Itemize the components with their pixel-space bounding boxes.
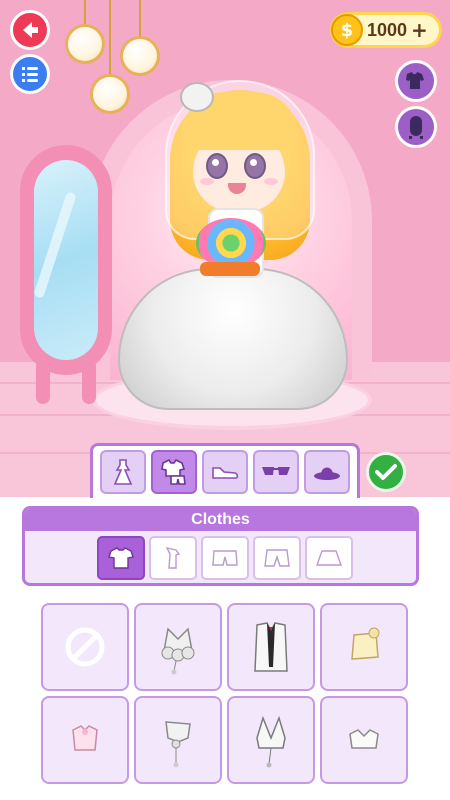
tab-glasses[interactable] (253, 450, 300, 494)
dressup-scene (0, 0, 450, 497)
mirror-leg (82, 360, 96, 404)
mirror-leg (36, 360, 50, 404)
subtab-pants[interactable] (253, 536, 301, 580)
lamp-bulb (120, 36, 160, 76)
cream-top-icon (351, 627, 380, 660)
item-cream-top[interactable] (320, 603, 408, 691)
category-tabs (90, 443, 360, 498)
top-icon (165, 546, 181, 569)
lace-bodice-icon (161, 627, 195, 675)
tab-dress[interactable] (99, 450, 146, 494)
tab-clothes[interactable] (150, 450, 197, 494)
subtab-shorts[interactable] (201, 536, 249, 580)
item-tuxedo-jacket[interactable] (227, 603, 315, 691)
subtab-top[interactable] (149, 536, 197, 580)
item-white-crop[interactable] (320, 696, 408, 784)
item-pink-top[interactable] (41, 696, 129, 784)
background-button[interactable] (395, 106, 437, 148)
wedding-skirt (118, 268, 348, 410)
shirt-icon (108, 547, 134, 569)
item-lace-bodice[interactable] (134, 603, 222, 691)
glasses-icon (262, 467, 291, 475)
outfit-icon (406, 72, 424, 89)
arrow-left-icon (23, 22, 38, 38)
shorts-icon (212, 550, 238, 566)
confirm-button[interactable] (366, 452, 406, 492)
item-halter-top[interactable] (134, 696, 222, 784)
no-icon (65, 627, 105, 667)
clothes-panel: Clothes (22, 506, 419, 586)
lamp-bulb (90, 74, 130, 114)
coin-balance[interactable]: $ 1000 + (330, 12, 442, 48)
coin-amount: 1000 (367, 19, 408, 40)
tab-shoes[interactable] (201, 450, 248, 494)
menu-button[interactable] (10, 54, 50, 94)
hat-icon (314, 467, 341, 480)
coin-icon: $ (331, 14, 363, 46)
dress-icon (113, 459, 132, 485)
item-grid (41, 603, 409, 798)
tuxedo-icon (254, 622, 288, 672)
pants-icon (264, 549, 290, 567)
bouquet (196, 218, 266, 268)
subcategory-tabs (25, 531, 416, 580)
white-halter-icon (256, 715, 286, 768)
white-crop-icon (349, 729, 379, 749)
list-icon (22, 67, 38, 82)
shoe-icon (212, 467, 239, 479)
bouquet-ribbon (200, 262, 260, 276)
lamp-cord (139, 0, 141, 38)
subtab-shirt[interactable] (97, 536, 145, 580)
subtab-skirt[interactable] (305, 536, 353, 580)
halter-top-icon (165, 721, 191, 768)
clothes-icon (160, 458, 186, 485)
add-coins-button[interactable]: + (411, 18, 428, 42)
back-button[interactable] (10, 10, 50, 50)
lamp-cord (109, 0, 111, 78)
pink-top-icon (72, 725, 98, 751)
lamp-bulb (65, 24, 105, 64)
item-white-halter[interactable] (227, 696, 315, 784)
tab-hat[interactable] (304, 450, 351, 494)
hair-rose (180, 82, 214, 112)
mirror-icon (409, 116, 423, 139)
check-icon (375, 464, 397, 480)
panel-title: Clothes (25, 509, 416, 531)
outfit-button[interactable] (395, 60, 437, 102)
item-none[interactable] (41, 603, 129, 691)
skirt-icon (316, 550, 342, 566)
